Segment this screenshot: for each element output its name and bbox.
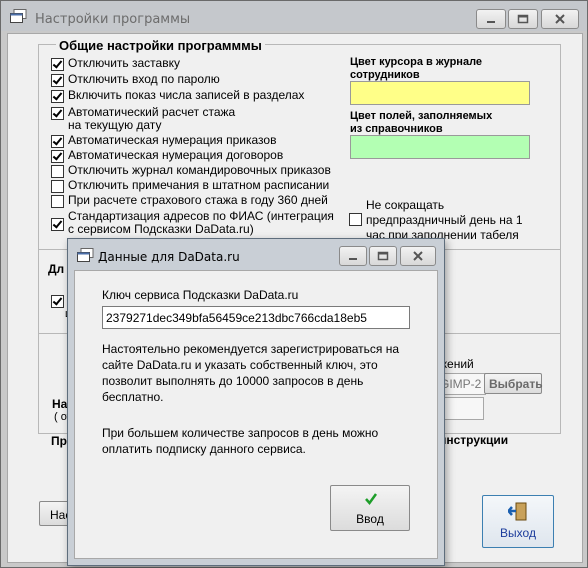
api-key-input[interactable] [102, 306, 410, 329]
lookup-color-swatch[interactable] [350, 135, 530, 159]
exit-button[interactable]: Выход [482, 495, 554, 548]
option-label: Автоматическая нумерация приказов [68, 133, 277, 147]
option-label: Включить показ числа записей в разделах [68, 88, 305, 102]
option-checkbox[interactable] [51, 150, 64, 163]
maximize-button[interactable] [508, 9, 538, 29]
option-checkbox[interactable] [51, 90, 64, 103]
option-checkbox[interactable] [51, 58, 64, 71]
app-window-icon [10, 9, 27, 23]
cursor-color-label: Цвет курсора в журнале сотрудников [350, 56, 483, 81]
option-disable-password[interactable]: Отключить вход по паролю [51, 73, 220, 87]
option-disable-splash[interactable]: Отключить заставку [51, 57, 180, 71]
option-checkbox[interactable] [51, 295, 64, 308]
option-label: Не сокращать предпраздничный день на 1 час… [366, 198, 523, 242]
option-360-days[interactable]: При расчете страхового стажа в году 360 … [51, 194, 328, 208]
choose-button[interactable]: Выбрать [484, 373, 543, 394]
dadata-dialog: Данные для DaData.ru Ключ сервиса Подска… [67, 238, 445, 566]
ok-button[interactable]: Ввод [330, 485, 410, 531]
image-editor-field[interactable]: GIMP-2 [439, 373, 486, 395]
dialog-maximize-button[interactable] [369, 246, 397, 266]
option-label: Стандартизация адресов по ФИАС (интеграц… [68, 209, 334, 236]
exit-door-icon [508, 502, 527, 521]
partial-field[interactable] [439, 397, 484, 420]
dialog-close-button[interactable] [400, 246, 436, 266]
option-checkbox[interactable] [51, 195, 64, 208]
settings-title: Настройки программы [35, 12, 191, 27]
option-label: При расчете страхового стажа в году 360 … [68, 193, 328, 207]
partial-group-title: Дл [48, 262, 65, 276]
close-icon [555, 14, 565, 24]
info-text-recommend: Настоятельно рекомендуется зарегистриров… [102, 342, 400, 404]
option-disable-staff-notes[interactable]: Отключить примечания в штатном расписани… [51, 179, 329, 193]
info-text-subscription: При большем количестве запросов в день м… [102, 426, 379, 456]
checkmark-icon [365, 493, 378, 506]
option-label: Автоматический расчет стажа на текущую да… [68, 105, 236, 132]
option-label: Отключить примечания в штатном расписани… [68, 178, 330, 192]
dialog-title: Данные для DaData.ru [98, 250, 240, 264]
partial-label-instructions: инструкции [439, 433, 509, 447]
minimize-button[interactable] [476, 9, 506, 29]
maximize-icon [517, 14, 529, 24]
option-record-count[interactable]: Включить показ числа записей в разделах [51, 89, 304, 103]
option-holiday-shortening[interactable]: Не сокращать предпраздничный день на 1 час… [349, 198, 523, 243]
option-auto-contract-numbering[interactable]: Автоматическая нумерация договоров [51, 149, 283, 163]
app-window-icon [77, 248, 94, 262]
ok-button-label: Ввод [356, 512, 384, 526]
lookup-color-label: Цвет полей, заполняемых из справочников [350, 110, 493, 135]
key-label: Ключ сервиса Подсказки DaData.ru [102, 288, 299, 302]
maximize-icon [377, 251, 389, 261]
option-label: Отключить вход по паролю [68, 72, 220, 86]
option-checkbox[interactable] [349, 213, 362, 226]
cursor-color-swatch[interactable] [350, 81, 530, 105]
option-label: Отключить журнал командировочных приказо… [68, 163, 331, 177]
settings-titlebar: Настройки программы [1, 1, 587, 31]
option-auto-order-numbering[interactable]: Автоматическая нумерация приказов [51, 134, 276, 148]
option-auto-seniority[interactable]: Автоматический расчет стажа на текущую да… [51, 106, 235, 132]
dialog-titlebar: Данные для DaData.ru [68, 239, 444, 269]
general-settings-legend: Общие настройки программмы [56, 38, 265, 53]
close-icon [413, 251, 423, 261]
minimize-icon [349, 258, 357, 260]
dialog-minimize-button[interactable] [339, 246, 367, 266]
option-checkbox[interactable] [51, 107, 64, 120]
option-checkbox[interactable] [51, 74, 64, 87]
option-label: Отключить заставку [68, 56, 180, 70]
option-disable-trip-journal[interactable]: Отключить журнал командировочных приказо… [51, 164, 331, 178]
close-button[interactable] [541, 9, 579, 29]
option-fias-standardization[interactable]: Стандартизация адресов по ФИАС (интеграц… [51, 210, 334, 236]
option-checkbox[interactable] [51, 180, 64, 193]
option-checkbox[interactable] [51, 218, 64, 231]
dialog-client-area: Ключ сервиса Подсказки DaData.ru Настоят… [74, 270, 438, 559]
exit-button-label: Выход [500, 526, 536, 540]
option-label: Автоматическая нумерация договоров [68, 148, 284, 162]
option-checkbox[interactable] [51, 135, 64, 148]
option-checkbox[interactable] [51, 165, 64, 178]
minimize-icon [487, 21, 495, 23]
